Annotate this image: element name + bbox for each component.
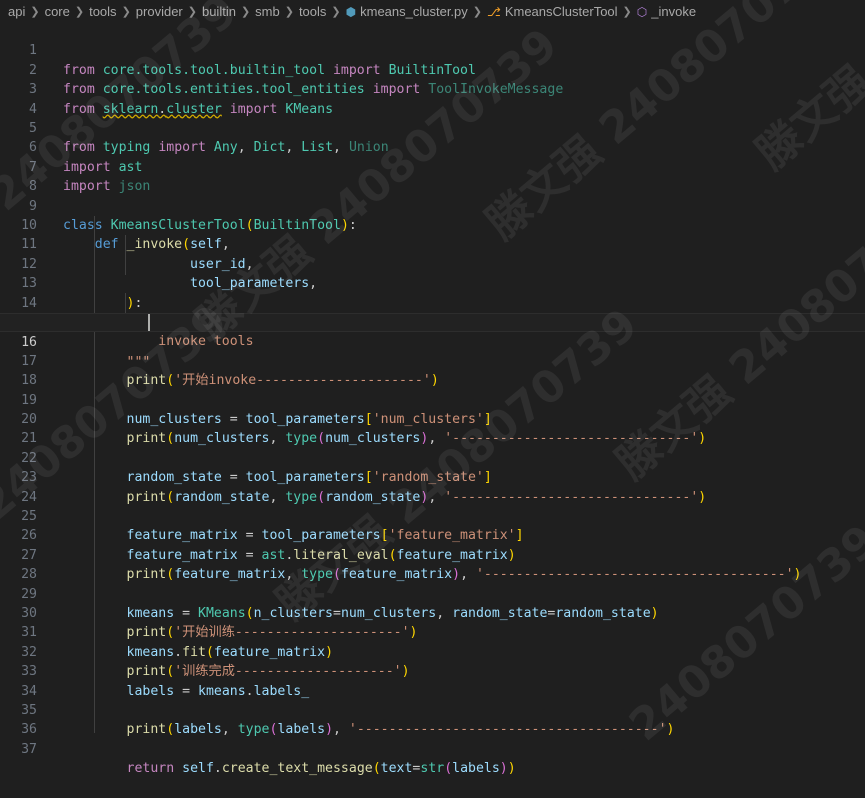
breadcrumb-item-core[interactable]: core <box>45 4 70 19</box>
chevron-right-icon: ❯ <box>284 5 294 18</box>
chevron-right-icon: ❯ <box>240 5 251 18</box>
code-line: 14 """ <box>0 274 865 330</box>
code-line: 33 labels = kmeans.labels_ <box>0 643 865 698</box>
chevron-right-icon: ❯ <box>622 5 632 18</box>
chevron-right-icon: ❯ <box>121 5 131 18</box>
breadcrumb-item-api[interactable]: api <box>8 4 25 19</box>
breadcrumb-item-builtin[interactable]: builtin <box>202 4 236 19</box>
code-line-current: 16 """ <box>0 313 865 370</box>
code-editor[interactable]: 1 from core.tools.tool.builtin_tool impo… <box>0 0 865 776</box>
code-line: 27 print(feature_matrix, type(feature_ma… <box>0 526 865 582</box>
breadcrumb-item-method[interactable]: ⬡ _invoke <box>637 4 696 19</box>
breadcrumb-item-class[interactable]: ⎇ KmeansClusterTool <box>487 4 618 19</box>
chevron-right-icon: ❯ <box>30 5 40 18</box>
code-line: 17 print('开始invoke---------------------'… <box>0 332 865 388</box>
code-line: 1 from core.tools.tool.builtin_tool impo… <box>0 22 865 77</box>
line-number: 37 <box>21 741 37 757</box>
code-line: 8 <box>0 158 865 194</box>
code-line: 15 invoke tools <box>0 294 865 349</box>
code-line: 24 <box>0 468 865 505</box>
code-line: 19 num_clusters = tool_parameters['num_c… <box>0 371 865 427</box>
python-file-icon: ⬢ <box>345 4 357 19</box>
breadcrumb-item-tools-2[interactable]: tools <box>299 4 326 19</box>
breadcrumb-item-tools[interactable]: tools <box>89 4 116 19</box>
code-line: 2 from core.tools.entities.tool_entities… <box>0 41 865 97</box>
breadcrumb: api ❯ core ❯ tools ❯ provider ❯ builtin … <box>0 0 865 22</box>
code-line: 29 kmeans = KMeans(n_clusters=num_cluste… <box>0 565 865 621</box>
code-line: 34 <box>0 662 865 699</box>
code-line: 35 print(labels, type(labels), '--------… <box>0 682 865 737</box>
code-line: 6 import ast <box>0 119 865 174</box>
code-text: return self.create_text_message(text=str… <box>126 761 516 777</box>
breadcrumb-class-label: KmeansClusterTool <box>504 3 618 19</box>
code-line: 18 <box>0 352 865 388</box>
code-line: 4 <box>0 80 865 117</box>
chevron-right-icon: ❯ <box>331 5 341 18</box>
breadcrumb-item-file[interactable]: ⬢ kmeans_cluster.py <box>346 4 468 19</box>
class-icon: ⎇ <box>487 4 501 19</box>
code-line: 20 print(num_clusters, type(num_clusters… <box>0 391 865 446</box>
text-cursor <box>148 314 150 331</box>
breadcrumb-method-label: _invoke <box>651 3 697 19</box>
code-line: 22 random_state = tool_parameters['rando… <box>0 429 865 485</box>
code-line: 3 from sklearn.cluster import KMeans <box>0 61 865 116</box>
code-line: 13 ): <box>0 255 865 310</box>
code-line: 10 def _invoke(self, <box>0 197 865 252</box>
code-line: 26 feature_matrix = ast.literal_eval(fea… <box>0 507 865 562</box>
code-line: 30 print('开始训练---------------------') <box>0 585 865 640</box>
chevron-right-icon: ❯ <box>472 5 482 18</box>
code-line: 37 return self.create_text_message(text=… <box>0 720 865 776</box>
code-line: 5 from typing import Any, Dict, List, Un… <box>0 100 865 155</box>
breadcrumb-item-smb[interactable]: smb <box>255 4 280 19</box>
chevron-right-icon: ❯ <box>187 5 197 18</box>
code-line: 25 feature_matrix = tool_parameters['fea… <box>0 488 865 543</box>
code-line: 11 user_id, <box>0 216 865 271</box>
code-line: 12 tool_parameters, <box>0 235 865 291</box>
breadcrumb-file-label: kmeans_cluster.py <box>360 3 468 19</box>
code-line: 36 <box>0 701 865 737</box>
code-line: 32 print('训练完成--------------------') <box>0 623 865 679</box>
chevron-right-icon: ❯ <box>74 5 85 18</box>
code-line: 7 import json <box>0 138 865 194</box>
code-line: 9 class KmeansClusterTool(BuiltinTool): <box>0 177 865 233</box>
code-line: 23 print(random_state, type(random_state… <box>0 449 865 504</box>
method-icon: ⬡ <box>636 4 648 19</box>
breadcrumb-item-provider[interactable]: provider <box>136 4 183 19</box>
code-line: 31 kmeans.fit(feature_matrix) <box>0 604 865 659</box>
code-line: 28 <box>0 546 865 582</box>
code-line: 21 <box>0 410 865 446</box>
